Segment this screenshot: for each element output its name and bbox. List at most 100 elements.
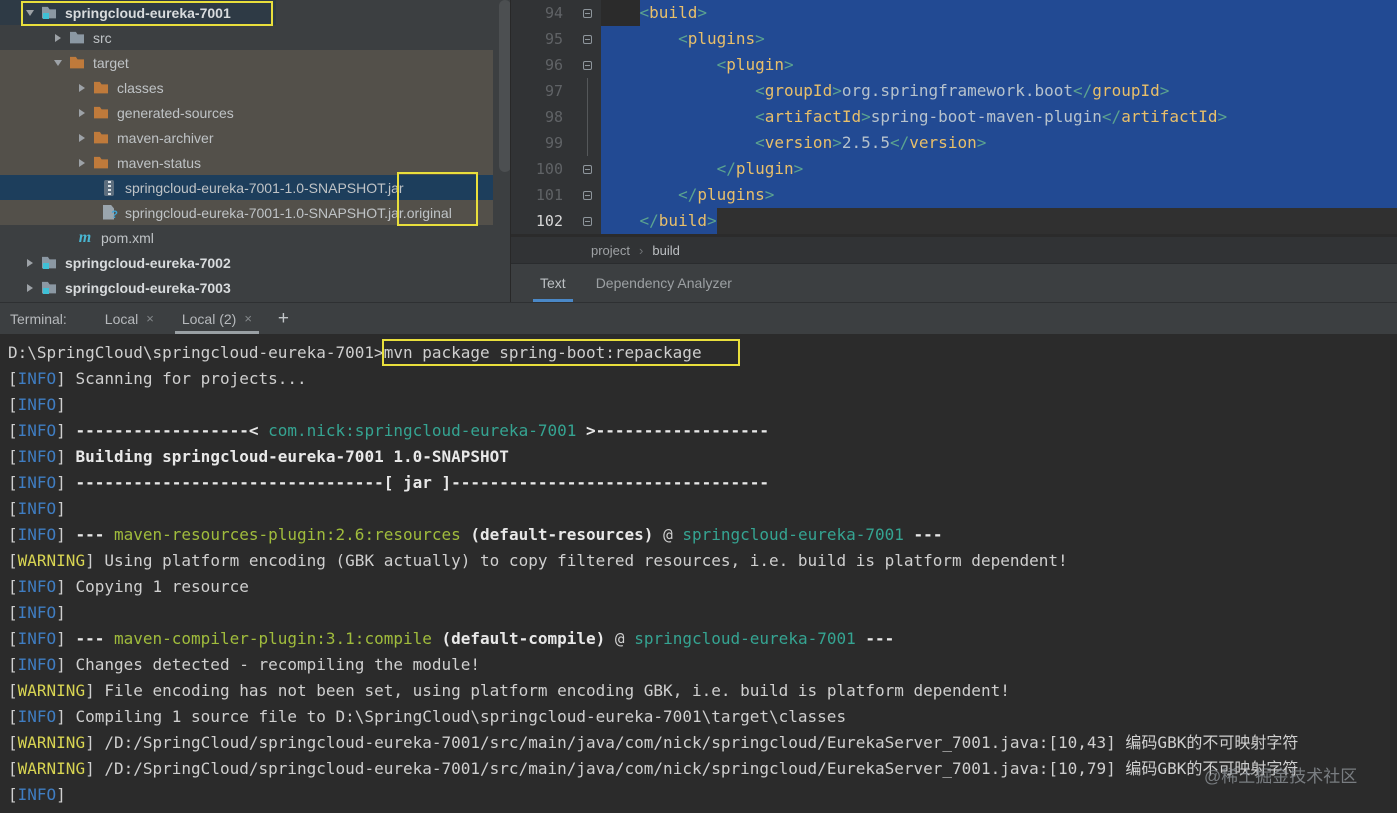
chevron-right-icon[interactable] [72, 109, 92, 117]
code-line[interactable]: 97 <groupId>org.springframework.boot</gr… [511, 78, 1397, 104]
new-terminal-plus-icon[interactable]: + [278, 303, 289, 334]
breadcrumb-item-project[interactable]: project [591, 243, 630, 258]
tab-text[interactable]: Text [533, 264, 573, 302]
line-number[interactable]: 98 [511, 104, 569, 130]
terminal-text: --------------------------------[ jar ]-… [75, 473, 770, 492]
terminal-text: maven-compiler-plugin:3.1:compile [113, 629, 432, 648]
line-number[interactable]: 101 [511, 182, 569, 208]
tree-item[interactable]: src [0, 25, 510, 50]
terminal-label: Terminal: [10, 310, 67, 327]
tree-item[interactable]: maven-status [0, 150, 510, 175]
close-icon[interactable]: × [244, 311, 252, 326]
fold-marker-icon[interactable] [583, 60, 592, 70]
tab-dependency-analyzer[interactable]: Dependency Analyzer [589, 264, 739, 302]
code-line-text[interactable]: </build> [601, 208, 1397, 234]
bracket: ] [85, 551, 95, 570]
breadcrumb-item-build[interactable]: build [652, 243, 679, 258]
project-tree-panel[interactable]: springcloud-eureka-7001 src target classes g… [0, 0, 511, 302]
token: > [793, 159, 804, 178]
tree-item[interactable]: springcloud-eureka-7001-1.0-SNAPSHOT.jar [0, 175, 510, 200]
tree-item-label: target [93, 54, 129, 71]
code-line-text[interactable]: </plugin> [601, 156, 1397, 182]
code-tokens: <plugins> [678, 26, 765, 52]
code-line[interactable]: 102 </build> [511, 208, 1397, 234]
editor[interactable]: 94 <build> 95 <plugins> 96 <plugin> 97 <gro… [511, 0, 1397, 237]
code-line[interactable]: 101 </plugins> [511, 182, 1397, 208]
maven-icon: m [78, 228, 92, 246]
tree-item[interactable]: classes [0, 75, 510, 100]
code-line[interactable]: 96 <plugin> [511, 52, 1397, 78]
log-level: INFO [17, 395, 57, 414]
tree-item[interactable]: springcloud-eureka-7003 [0, 275, 510, 300]
code-line-text[interactable]: </plugins> [601, 182, 1397, 208]
line-number[interactable]: 99 [511, 130, 569, 156]
chevron-down-icon[interactable] [48, 60, 68, 66]
line-fill [794, 52, 1397, 78]
terminal-text: --- [865, 629, 895, 648]
terminal-console[interactable]: D:\SpringCloud\springcloud-eureka-7001>m… [0, 334, 1397, 813]
terminal-text: --- [913, 525, 943, 544]
terminal-text: Copying 1 resource [65, 577, 249, 596]
fold-marker-icon[interactable] [583, 190, 592, 200]
code-line-text[interactable]: <version>2.5.5</version> [601, 130, 1397, 156]
bracket: ] [56, 395, 66, 414]
close-icon[interactable]: × [146, 311, 154, 326]
code-line-text[interactable]: <build> [601, 0, 1397, 26]
code-line-text[interactable]: <groupId>org.springframework.boot</group… [601, 78, 1397, 104]
tree-item[interactable]: springcloud-eureka-7002 [0, 250, 510, 275]
bracket: ] [56, 629, 66, 648]
tree-item[interactable]: generated-sources [0, 100, 510, 125]
terminal-tab-local[interactable]: Local × [91, 303, 168, 334]
tree-item[interactable]: target [0, 50, 510, 75]
line-number[interactable]: 95 [511, 26, 569, 52]
tree-item[interactable]: maven-archiver [0, 125, 510, 150]
terminal-text: maven-resources-plugin:2.6:resources [113, 525, 461, 544]
token: > [1217, 107, 1228, 126]
tree-scrollbar[interactable] [499, 0, 510, 172]
chevron-right-icon[interactable] [72, 159, 92, 167]
token: </ [639, 211, 659, 230]
token: </ [716, 159, 736, 178]
code-line[interactable]: 100 </plugin> [511, 156, 1397, 182]
chevron-right-icon[interactable] [20, 284, 40, 292]
tree-item[interactable]: m pom.xml [0, 225, 510, 250]
code-line[interactable]: 98 <artifactId>spring-boot-maven-plugin<… [511, 104, 1397, 130]
terminal-text: File encoding has not been set, using pl… [94, 681, 1010, 700]
tree-item-label: springcloud-eureka-7003 [65, 279, 231, 296]
chevron-right-icon[interactable] [72, 84, 92, 92]
line-number[interactable]: 102 [511, 208, 569, 234]
fold-marker-icon[interactable] [583, 216, 592, 226]
code-line-text[interactable]: <plugins> [601, 26, 1397, 52]
terminal-line: [INFO] Scanning for projects... [8, 366, 1397, 392]
chevron-right-icon[interactable] [72, 134, 92, 142]
terminal-text: Using platform encoding (GBK actually) t… [94, 551, 1068, 570]
gutter-fold-column [569, 52, 601, 78]
code-line[interactable]: 94 <build> [511, 0, 1397, 26]
line-number[interactable]: 94 [511, 0, 569, 26]
line-number[interactable]: 97 [511, 78, 569, 104]
bracket: ] [56, 525, 66, 544]
chevron-right-icon[interactable] [20, 259, 40, 267]
line-fill [986, 130, 1397, 156]
fold-marker-icon[interactable] [583, 8, 592, 18]
tree-item[interactable]: springcloud-eureka-7001 [0, 0, 510, 25]
terminal-tab-local-2[interactable]: Local (2) × [168, 303, 266, 334]
tree-item[interactable]: ? springcloud-eureka-7001-1.0-SNAPSHOT.ja… [0, 200, 510, 225]
tree-item-label: springcloud-eureka-7002 [65, 254, 231, 271]
code-line-text[interactable]: <artifactId>spring-boot-maven-plugin</ar… [601, 104, 1397, 130]
code-line-text[interactable]: <plugin> [601, 52, 1397, 78]
fold-marker-icon[interactable] [583, 34, 592, 44]
code-line[interactable]: 95 <plugins> [511, 26, 1397, 52]
token: < [639, 3, 650, 22]
fold-marker-icon[interactable] [583, 164, 592, 174]
chevron-right-icon[interactable] [48, 34, 68, 42]
line-fill [1169, 78, 1397, 104]
line-number[interactable]: 100 [511, 156, 569, 182]
chevron-down-icon[interactable] [20, 10, 40, 16]
line-number[interactable]: 96 [511, 52, 569, 78]
code-line[interactable]: 99 <version>2.5.5</version> [511, 130, 1397, 156]
terminal-text: /D:/SpringCloud/springcloud-eureka-7001/… [94, 733, 1299, 752]
